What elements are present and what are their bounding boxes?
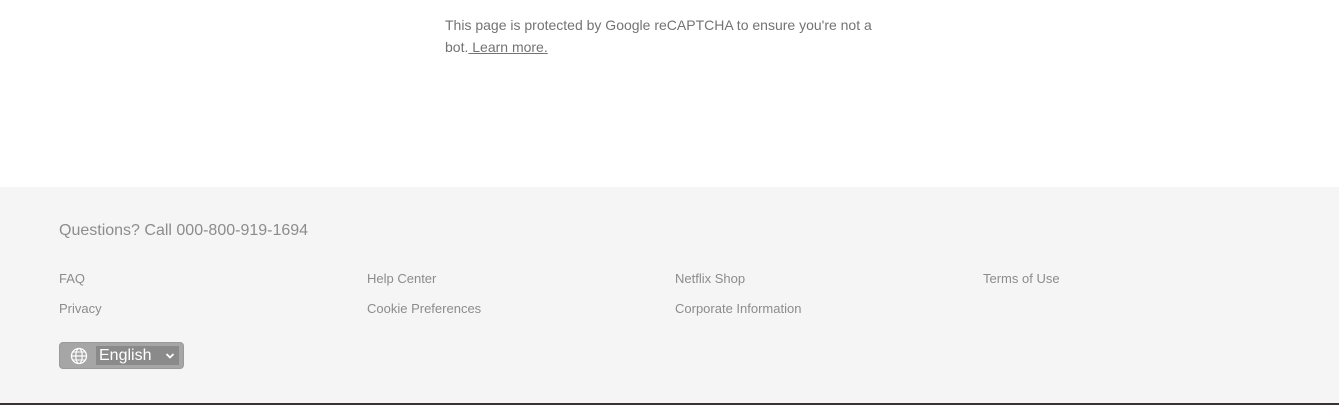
footer-link-terms-of-use[interactable]: Terms of Use xyxy=(983,271,1060,286)
footer-link-faq[interactable]: FAQ xyxy=(59,271,85,286)
footer: Questions? Call 000-800-919-1694 FAQ Hel… xyxy=(0,187,1339,403)
language-select[interactable]: English xyxy=(59,342,184,369)
phone-link[interactable]: 000-800-919-1694 xyxy=(176,222,308,239)
footer-phone: Questions? Call 000-800-919-1694 xyxy=(59,222,308,240)
recaptcha-notice: This page is protected by Google reCAPTC… xyxy=(445,14,895,58)
footer-link-help-center[interactable]: Help Center xyxy=(367,271,436,286)
phone-prefix: Questions? Call xyxy=(59,222,177,239)
footer-link-corporate-information[interactable]: Corporate Information xyxy=(675,301,801,316)
language-label: English xyxy=(99,347,152,364)
recaptcha-section: This page is protected by Google reCAPTC… xyxy=(0,0,1339,187)
footer-link-netflix-shop[interactable]: Netflix Shop xyxy=(675,271,745,286)
language-select-value: English xyxy=(96,346,180,365)
learn-more-link[interactable]: Learn more. xyxy=(468,39,548,55)
chevron-down-icon xyxy=(165,351,175,361)
footer-link-privacy[interactable]: Privacy xyxy=(59,301,102,316)
footer-link-cookie-preferences[interactable]: Cookie Preferences xyxy=(367,301,481,316)
globe-icon xyxy=(70,347,88,365)
